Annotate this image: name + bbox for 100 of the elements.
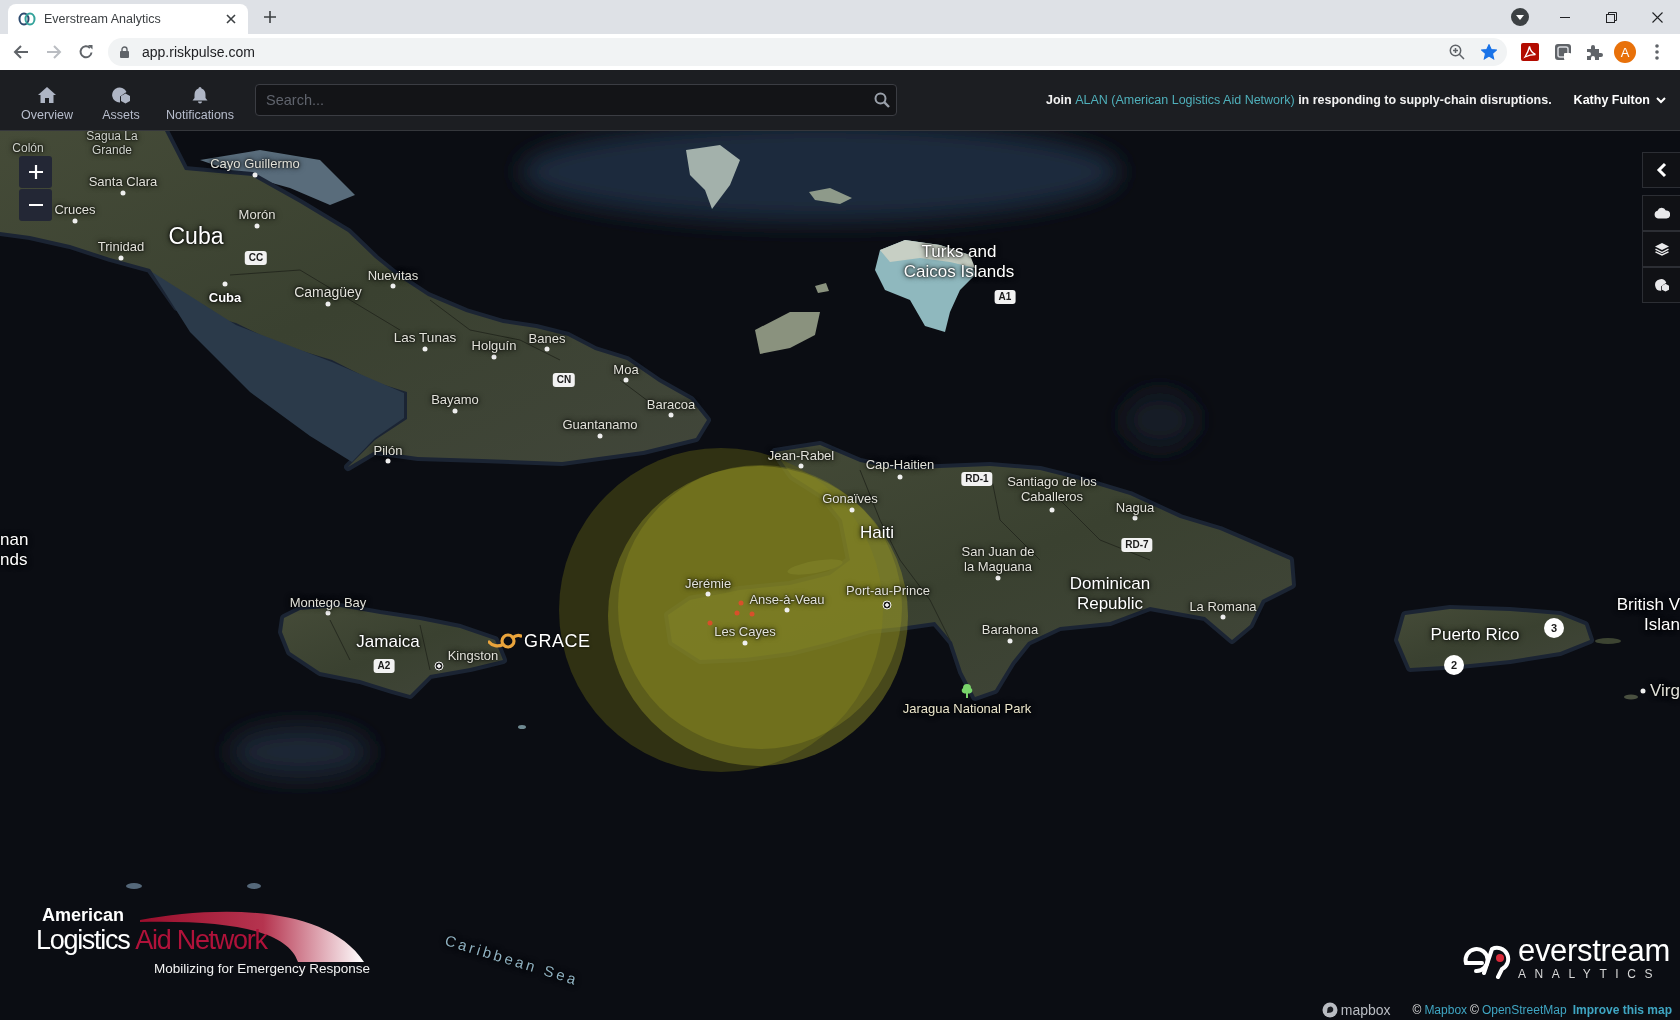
circle-cube-icon — [111, 85, 131, 104]
island — [755, 312, 820, 354]
islet — [815, 283, 829, 293]
city-label: Jean-Rabel — [767, 448, 835, 464]
city-label: Nagua — [1115, 500, 1155, 516]
city-label: Camagüey — [294, 283, 362, 301]
attribution-link[interactable]: Improve this map — [1572, 1003, 1672, 1017]
nav-button[interactable]: Assets — [88, 85, 154, 122]
city-label: Les Cayes — [714, 624, 776, 640]
search-field[interactable]: Search... — [255, 84, 897, 116]
nav-button[interactable]: Overview — [14, 85, 80, 122]
city-label: Las Tunas — [393, 330, 457, 346]
browser-tab[interactable]: Everstream Analytics — [8, 4, 248, 34]
city-dot-icon — [252, 172, 258, 178]
close-window-icon[interactable] — [1651, 11, 1663, 23]
layers-icon — [1653, 242, 1670, 256]
place-label: Colón — [12, 142, 44, 156]
city-dot-icon — [422, 346, 428, 352]
mapbox-logo-text[interactable]: mapbox — [1340, 1002, 1391, 1018]
close-tab-icon[interactable] — [226, 14, 236, 24]
banner-text: Join ALAN (American Logistics Aid Network) in responding to supply-chain disruptions. — [1045, 93, 1552, 107]
tree-icon — [961, 684, 973, 698]
minimize-icon[interactable] — [1560, 16, 1570, 18]
logo-text: Logistics — [36, 925, 130, 955]
zoom-in-button[interactable] — [19, 156, 52, 188]
alert-dot-icon[interactable] — [738, 600, 744, 606]
logo-accent-text: Aid Network — [135, 925, 267, 955]
pdf-extension-icon[interactable] — [1521, 43, 1539, 61]
country-label: Puerto Rico — [1430, 625, 1520, 645]
capital-label: Port-au-Prince — [846, 583, 930, 599]
alan-link[interactable]: ALAN (American Logistics Aid Network) — [1075, 93, 1295, 107]
storm-label[interactable]: GRACE — [524, 630, 591, 652]
country-label: Haiti — [860, 523, 894, 543]
cloud-icon — [1653, 206, 1670, 220]
city-label: Santa Clara — [88, 174, 158, 190]
city-label: Holguín — [471, 338, 517, 354]
logo-text: American — [42, 906, 125, 925]
city-label: Cayo Guillermo — [210, 156, 300, 172]
alert-dot-icon[interactable] — [749, 611, 755, 617]
user-menu[interactable]: Kathy Fulton — [1573, 93, 1666, 107]
city-dot-icon — [452, 408, 458, 414]
zoom-out-button[interactable] — [19, 189, 52, 221]
search-icon[interactable] — [874, 92, 890, 108]
attribution-link[interactable]: OpenStreetMap — [1481, 1003, 1567, 1017]
lock-icon — [120, 46, 129, 58]
road-shield: A2 — [373, 659, 395, 673]
tab-search-icon[interactable] — [1511, 8, 1529, 26]
city-label: Jérémie — [684, 576, 732, 592]
layers-button[interactable] — [1642, 231, 1680, 267]
collapse-panel-button[interactable] — [1642, 152, 1680, 188]
puzzle-icon[interactable] — [1585, 43, 1603, 61]
tab-title: Everstream Analytics — [44, 12, 162, 26]
city-label: Montego Bay — [289, 595, 367, 611]
star-icon[interactable] — [1481, 44, 1497, 60]
city-label: Anse-à-Veau — [749, 592, 825, 608]
city-label: Virg — [1650, 681, 1680, 701]
back-arrow-icon[interactable] — [13, 44, 29, 60]
weather-button[interactable] — [1642, 195, 1680, 231]
city-dot-icon — [597, 433, 603, 439]
place-label: Sagua La Grande — [86, 131, 138, 158]
city-label: San Juan de la Maguana — [961, 545, 1035, 575]
nav-button[interactable]: Notifications — [162, 85, 238, 122]
islet — [126, 883, 142, 889]
city-dot-icon — [742, 640, 748, 646]
city-label: La Romana — [1189, 599, 1257, 615]
address-bar[interactable]: app.riskpulse.com — [108, 38, 1507, 66]
bell-icon — [190, 85, 210, 104]
minus-icon — [28, 204, 43, 206]
attribution-link[interactable]: Mapbox — [1424, 1003, 1468, 1017]
mapbox-mark-icon[interactable] — [1321, 1002, 1338, 1018]
city-label: Moa — [613, 362, 639, 378]
capital-label: Kingston — [447, 648, 499, 664]
hurricane-icon[interactable] — [488, 630, 522, 652]
road-shield: RD-1 — [961, 472, 993, 486]
island — [809, 188, 852, 204]
capital-dot-icon — [434, 661, 444, 671]
url-text: app.riskpulse.com — [142, 44, 256, 60]
logo-tagline: Mobilizing for Emergency Response — [153, 961, 370, 976]
zoom-icon[interactable] — [1449, 44, 1465, 60]
chevron-left-icon — [1655, 162, 1668, 178]
city-label: Gonaïves — [822, 491, 878, 507]
city-dot-icon — [222, 281, 228, 287]
new-tab-icon[interactable] — [264, 11, 276, 23]
city-dot-icon — [1007, 638, 1013, 644]
region-label: Cuba — [208, 290, 242, 306]
country-label: nan nds — [0, 530, 29, 570]
alert-dot-icon[interactable] — [734, 610, 740, 616]
country-label: British V Islan — [1616, 595, 1680, 635]
city-label: Santiago de los Caballeros — [1007, 475, 1097, 505]
restore-icon[interactable] — [1605, 11, 1617, 23]
extension-tile-icon[interactable] — [1554, 43, 1572, 61]
alert-dot-icon[interactable] — [707, 620, 713, 626]
city-label: Bayamo — [431, 392, 479, 408]
assets-button[interactable] — [1642, 267, 1680, 303]
chevron-down-icon — [1656, 96, 1666, 104]
reload-icon[interactable] — [78, 44, 94, 60]
city-dot-icon — [120, 190, 126, 196]
country-label: Dominican Republic — [1069, 574, 1151, 614]
more-menu-icon[interactable] — [1655, 44, 1659, 60]
city-label: Banes — [528, 331, 566, 347]
